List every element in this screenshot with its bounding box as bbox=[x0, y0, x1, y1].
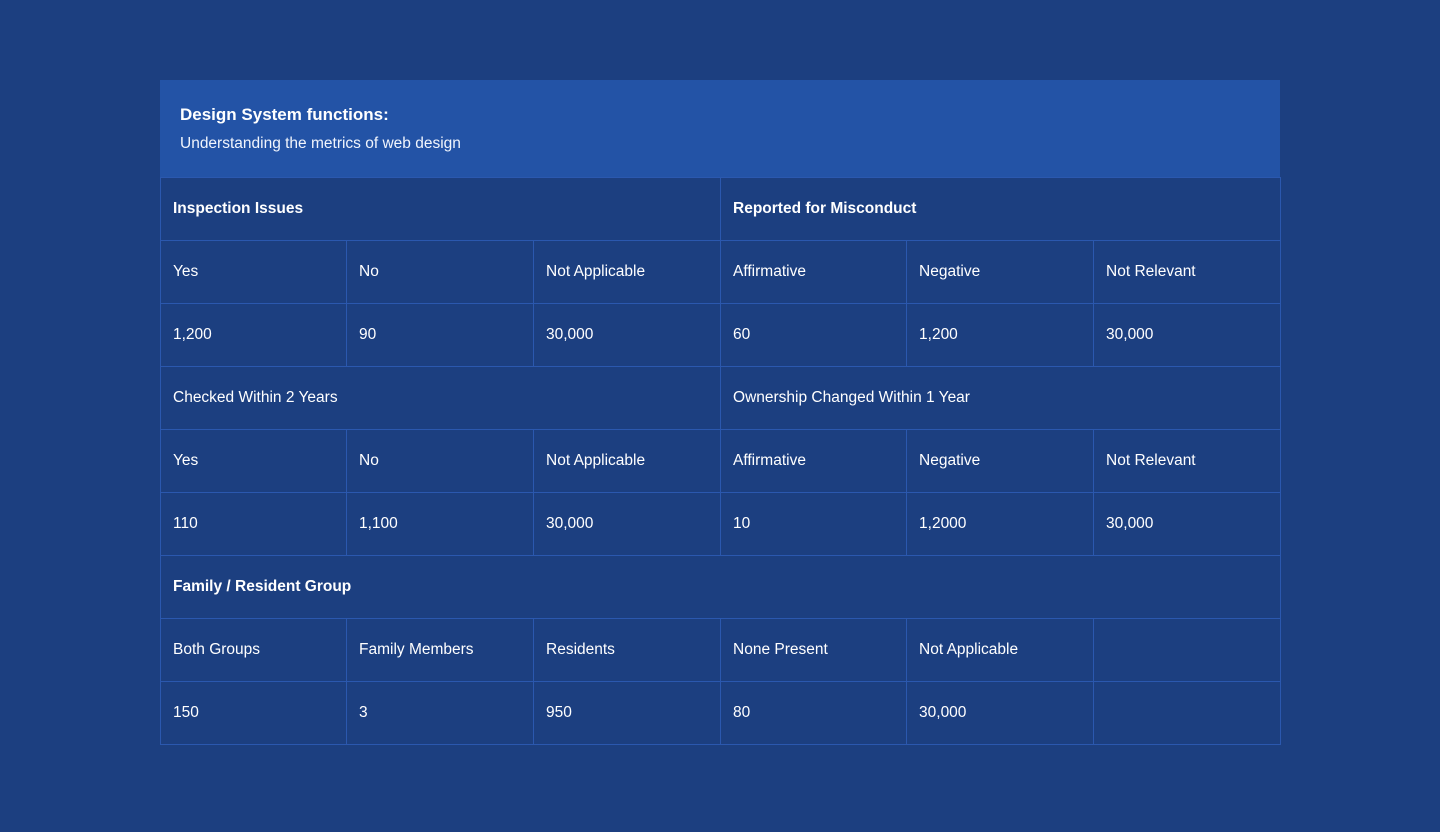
metric-value: 3 bbox=[346, 681, 534, 745]
option-label: Both Groups bbox=[160, 618, 347, 682]
option-label: Negative bbox=[906, 240, 1095, 304]
option-label: Family Members bbox=[346, 618, 534, 682]
group-header-inspection-issues: Inspection Issues bbox=[159, 177, 722, 241]
group-header-reported-for-misconduct: Reported for Misconduct bbox=[720, 177, 1282, 241]
option-label: Residents bbox=[532, 618, 722, 682]
section-3-value-row: 150 3 950 80 30,000 bbox=[160, 681, 1282, 745]
option-label: Negative bbox=[906, 429, 1095, 493]
metric-value: 1,200 bbox=[906, 303, 1095, 367]
panel-subtitle: Understanding the metrics of web design bbox=[180, 135, 461, 152]
panel-title: Design System functions: bbox=[180, 105, 389, 124]
empty-cell bbox=[1093, 681, 1282, 745]
metric-value: 60 bbox=[720, 303, 908, 367]
metric-value: 30,000 bbox=[906, 681, 1095, 745]
metric-value: 90 bbox=[346, 303, 534, 367]
section-3-label-row: Both Groups Family Members Residents Non… bbox=[160, 618, 1282, 682]
option-label: Yes bbox=[160, 240, 347, 304]
metric-value: 30,000 bbox=[532, 303, 722, 367]
metric-value: 150 bbox=[160, 681, 347, 745]
option-label: Not Applicable bbox=[532, 429, 722, 493]
group-header-ownership-changed: Ownership Changed Within 1 Year bbox=[720, 366, 1282, 430]
option-label: Affirmative bbox=[720, 240, 908, 304]
section-2-value-row: 110 1,100 30,000 10 1,2000 30,000 bbox=[160, 492, 1282, 556]
section-1-group-row: Inspection Issues Reported for Misconduc… bbox=[159, 177, 1282, 241]
metric-value: 1,2000 bbox=[906, 492, 1095, 556]
metric-value: 950 bbox=[532, 681, 722, 745]
metric-value: 80 bbox=[720, 681, 908, 745]
option-label: Not Relevant bbox=[1093, 429, 1282, 493]
metric-value: 1,200 bbox=[160, 303, 347, 367]
metric-value: 30,000 bbox=[1093, 303, 1282, 367]
metric-value: 30,000 bbox=[532, 492, 722, 556]
metrics-panel: Design System functions: Understanding t… bbox=[159, 80, 1282, 745]
section-1-value-row: 1,200 90 30,000 60 1,200 30,000 bbox=[160, 303, 1282, 367]
option-label: Affirmative bbox=[720, 429, 908, 493]
empty-cell bbox=[1093, 618, 1282, 682]
metric-value: 30,000 bbox=[1093, 492, 1282, 556]
panel-header: Design System functions: Understanding t… bbox=[160, 80, 1280, 177]
group-header-checked-within-2-years: Checked Within 2 Years bbox=[159, 366, 722, 430]
option-label: No bbox=[346, 240, 534, 304]
metric-value: 1,100 bbox=[346, 492, 534, 556]
metric-value: 110 bbox=[160, 492, 347, 556]
group-header-family-resident-group: Family / Resident Group bbox=[159, 555, 1282, 619]
section-1-label-row: Yes No Not Applicable Affirmative Negati… bbox=[160, 240, 1282, 304]
option-label: No bbox=[346, 429, 534, 493]
metrics-table: Inspection Issues Reported for Misconduc… bbox=[159, 177, 1282, 745]
option-label: Yes bbox=[160, 429, 347, 493]
option-label: Not Relevant bbox=[1093, 240, 1282, 304]
section-2-label-row: Yes No Not Applicable Affirmative Negati… bbox=[160, 429, 1282, 493]
metric-value: 10 bbox=[720, 492, 908, 556]
option-label: Not Applicable bbox=[532, 240, 722, 304]
option-label: None Present bbox=[720, 618, 908, 682]
section-3-group-row: Family / Resident Group bbox=[159, 555, 1282, 619]
section-2-group-row: Checked Within 2 Years Ownership Changed… bbox=[159, 366, 1282, 430]
option-label: Not Applicable bbox=[906, 618, 1095, 682]
